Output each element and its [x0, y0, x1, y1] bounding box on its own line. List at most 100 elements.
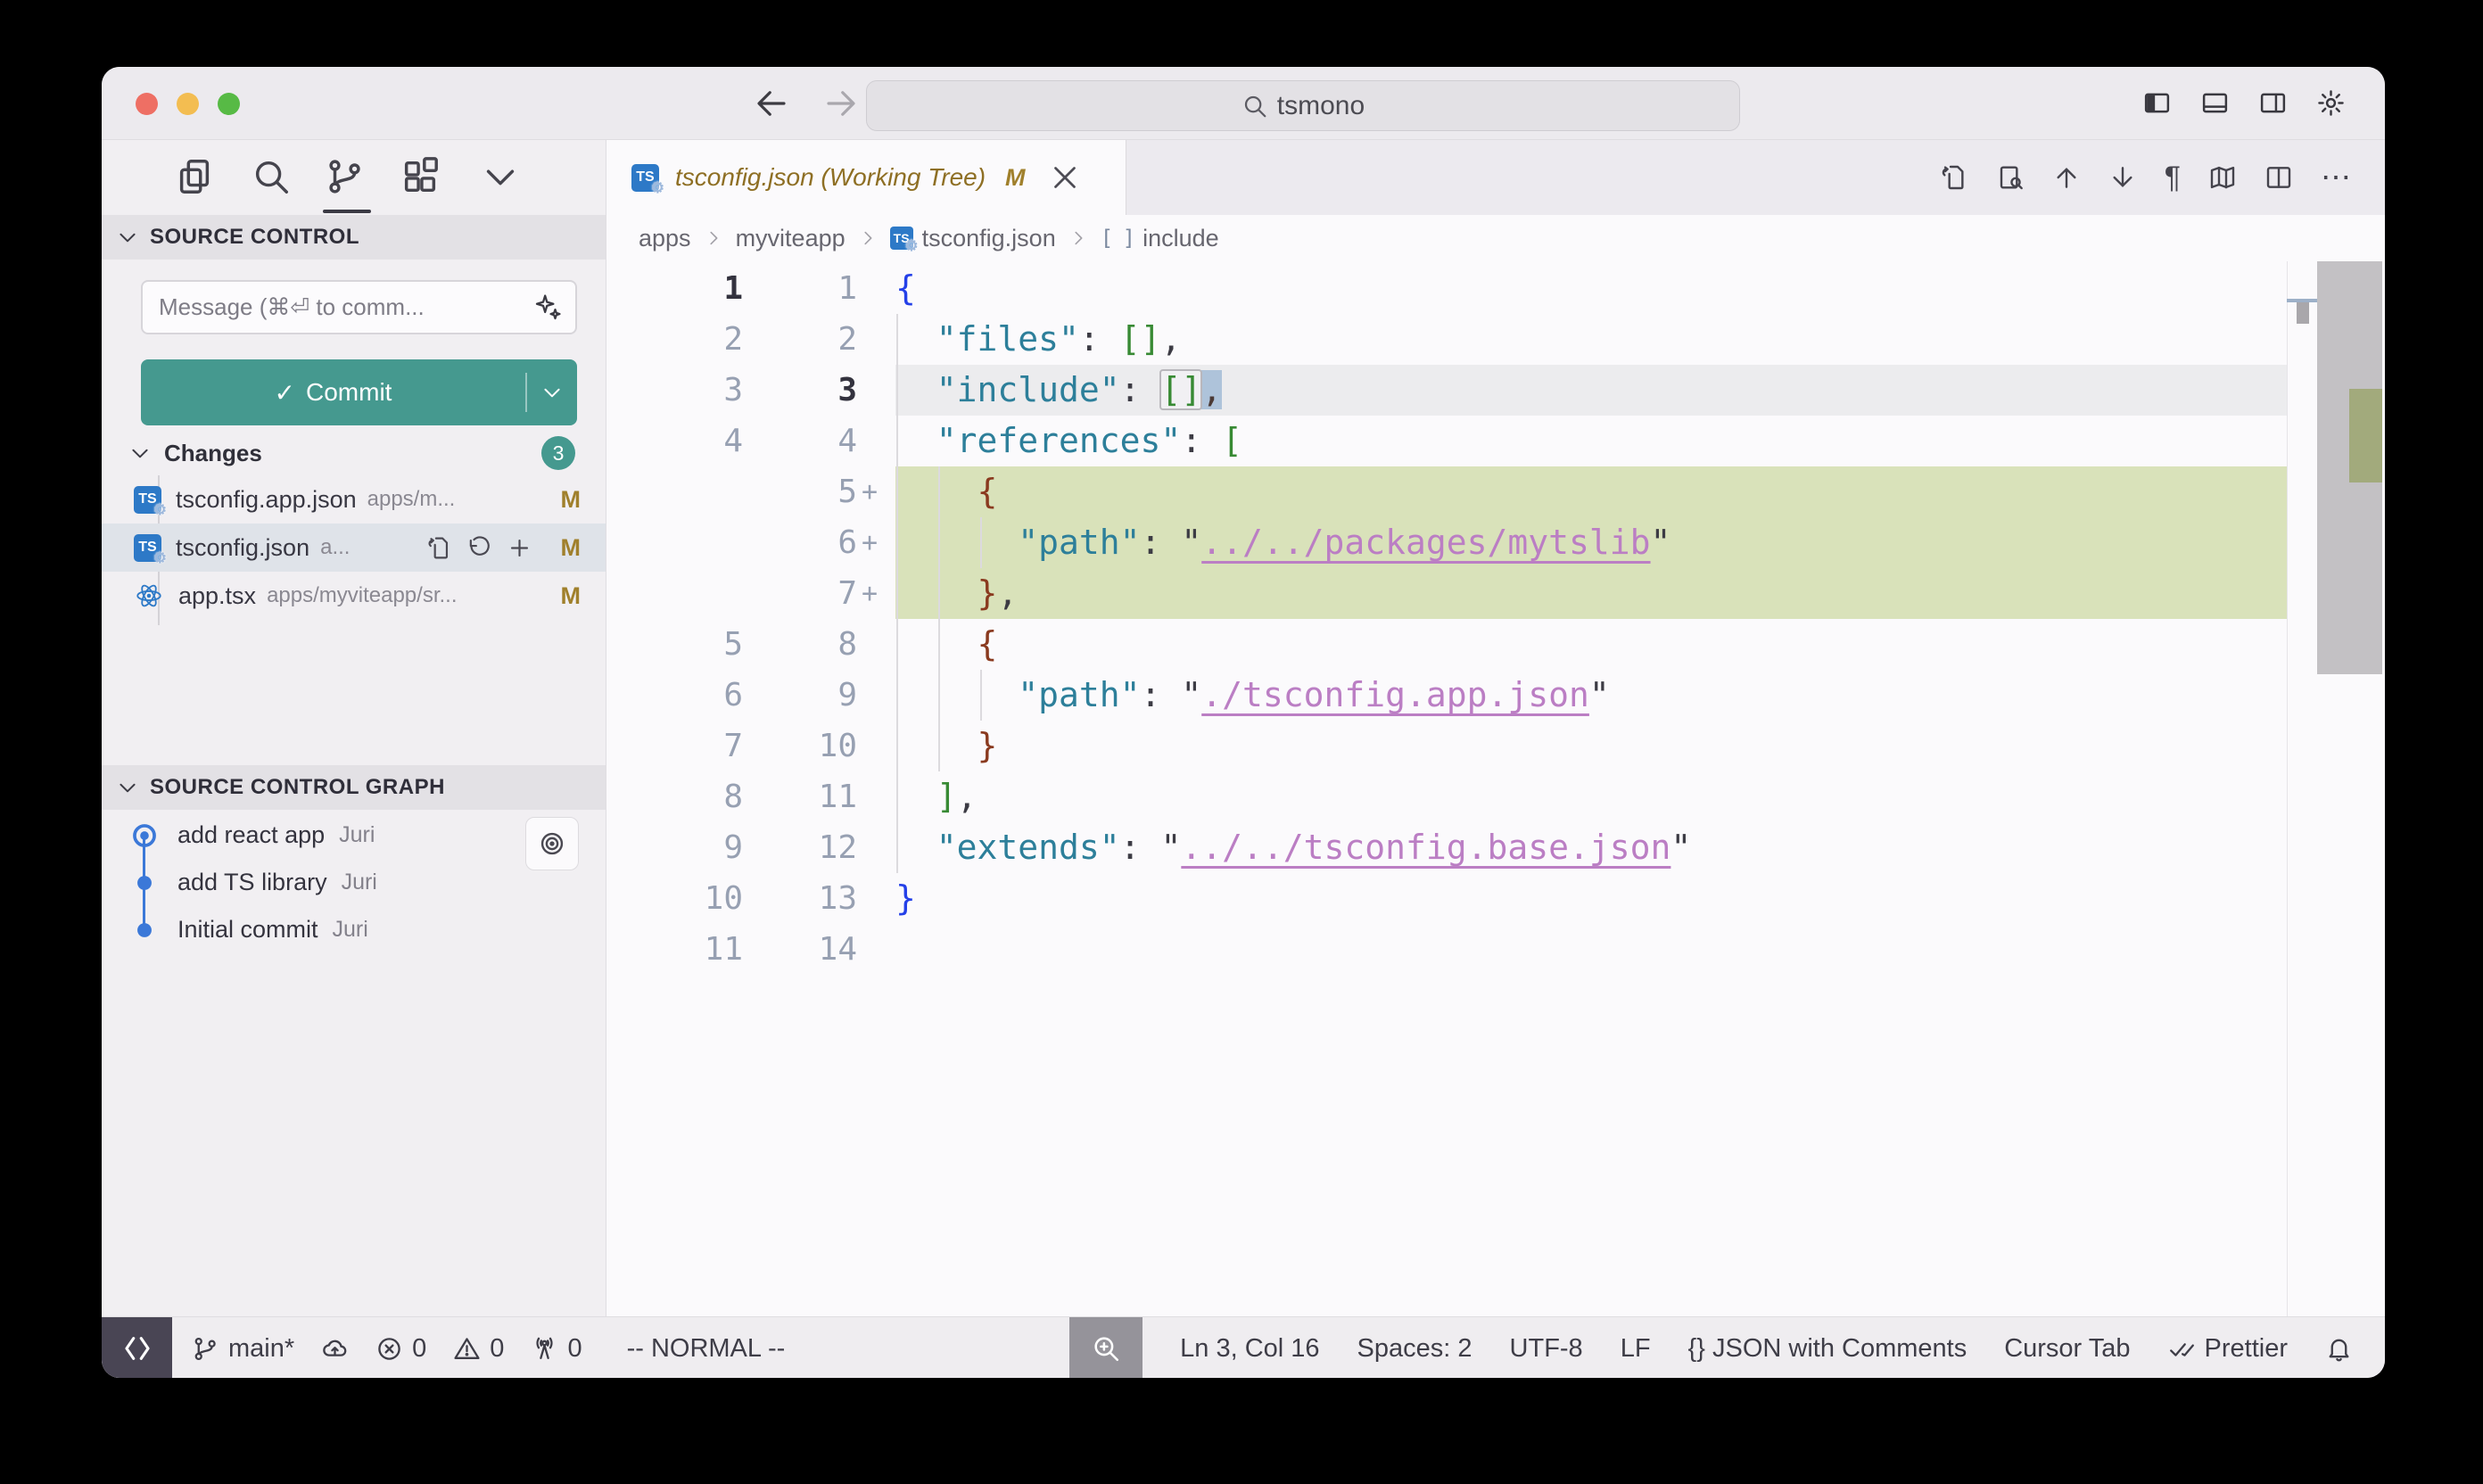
status-cursor-position[interactable]: Ln 3, Col 16	[1180, 1334, 1319, 1364]
open-file-icon[interactable]	[426, 535, 452, 561]
added-line-marker	[857, 263, 895, 314]
code-line[interactable]: 5 8 {	[606, 619, 2385, 670]
array-symbol-icon: [ ]	[1101, 226, 1134, 251]
added-line-marker	[857, 924, 895, 975]
changes-label: Changes	[164, 440, 262, 467]
status-warnings[interactable]: 0	[453, 1334, 504, 1364]
react-file-icon	[134, 581, 164, 611]
code-line[interactable]: 10 13 }	[606, 873, 2385, 924]
code-line[interactable]: 9 12 "extends": "../../tsconfig.base.jso…	[606, 822, 2385, 873]
breadcrumb-item-apps[interactable]: apps	[639, 225, 691, 252]
status-vim-mode[interactable]: -- NORMAL --	[627, 1334, 786, 1364]
code-line[interactable]: 3 3 "include": [],	[606, 365, 2385, 416]
code-line[interactable]: 8 11 ],	[606, 771, 2385, 822]
command-center-search[interactable]: tsmono	[866, 80, 1740, 131]
workbench: SOURCE CONTROL Message (⌘⏎ to comm... ✓ …	[102, 140, 2385, 1316]
stage-icon[interactable]	[507, 535, 532, 561]
navigate-forward-icon[interactable]	[822, 85, 860, 122]
status-branch[interactable]: main*	[192, 1334, 294, 1364]
source-control-section-header[interactable]: SOURCE CONTROL	[102, 215, 606, 260]
activity-explorer[interactable]	[174, 156, 217, 199]
zoom-indicator[interactable]	[1069, 1317, 1143, 1378]
close-tab-icon[interactable]	[1049, 161, 1081, 194]
added-line-marker	[857, 771, 895, 822]
file-path: a...	[320, 535, 426, 560]
render-whitespace-icon[interactable]: ¶	[2165, 140, 2181, 215]
code-line[interactable]: 6 9 "path": "./tsconfig.app.json"	[606, 670, 2385, 721]
split-editor-icon[interactable]	[2264, 163, 2293, 192]
status-formatter[interactable]: Prettier	[2168, 1334, 2288, 1364]
layout-sidebar-left-icon[interactable]	[2142, 88, 2172, 118]
commit-row[interactable]: add react app Juri	[102, 812, 606, 859]
commit-row[interactable]: Initial commit Juri	[102, 906, 606, 953]
status-ports[interactable]: 0	[531, 1334, 582, 1364]
indent-guide	[980, 517, 982, 568]
tab-tsconfig-working-tree[interactable]: TS⚙ tsconfig.json (Working Tree) M	[606, 140, 1126, 215]
status-eol[interactable]: LF	[1621, 1334, 1651, 1364]
graph-section-header[interactable]: SOURCE CONTROL GRAPH	[102, 765, 606, 810]
inline-view-icon[interactable]	[1996, 163, 2025, 192]
code-line[interactable]: 2 2 "files": [],	[606, 314, 2385, 365]
breadcrumb-item-myviteapp[interactable]: myviteapp	[736, 225, 846, 252]
original-line-number	[606, 517, 743, 568]
breadcrumb-item-tsconfig.json[interactable]: TS⚙tsconfig.json	[890, 225, 1056, 252]
commit-dropdown-button[interactable]	[527, 381, 577, 404]
code-line[interactable]: 7 10 }	[606, 721, 2385, 771]
chevron-right-icon	[704, 228, 723, 248]
added-line-marker	[857, 721, 895, 771]
typescript-file-icon: TS⚙	[890, 227, 913, 250]
more-actions-icon[interactable]: ⋯	[2321, 140, 2351, 215]
open-changes-icon[interactable]	[1940, 163, 1968, 192]
layout-sidebar-right-icon[interactable]	[2258, 88, 2288, 118]
navigate-back-icon[interactable]	[753, 85, 790, 122]
status-notifications[interactable]	[2325, 1335, 2353, 1363]
discard-icon[interactable]	[466, 535, 492, 561]
typescript-file-icon: TS⚙	[631, 164, 659, 192]
remote-indicator[interactable]	[102, 1317, 172, 1378]
sparkle-icon[interactable]	[532, 293, 563, 323]
status-cursor-tab[interactable]: Cursor Tab	[2004, 1334, 2130, 1364]
status-indentation[interactable]: Spaces: 2	[1357, 1334, 1472, 1364]
added-line-marker	[857, 822, 895, 873]
head-commit-dot-icon	[129, 820, 160, 851]
status-encoding[interactable]: UTF-8	[1510, 1334, 1583, 1364]
activity-bar	[102, 140, 606, 215]
change-row-app.tsx[interactable]: app.tsx apps/myviteapp/sr... M	[102, 572, 606, 620]
modified-line-number: 10	[743, 721, 857, 771]
commit-row[interactable]: add TS library Juri	[102, 859, 606, 906]
check-icon: ✓	[275, 378, 295, 408]
code-line[interactable]: 5 + {	[606, 466, 2385, 517]
chevron-right-icon	[1068, 228, 1088, 248]
activity-more[interactable]	[480, 156, 523, 199]
activity-extensions[interactable]	[400, 156, 442, 199]
activity-search[interactable]	[251, 156, 293, 199]
layout-panel-icon[interactable]	[2200, 88, 2230, 118]
status-language-mode[interactable]: {} JSON with Comments	[1688, 1334, 1967, 1364]
code-line[interactable]: 4 4 "references": [	[606, 416, 2385, 466]
status-sync[interactable]	[321, 1335, 349, 1363]
source-control-section-title: SOURCE CONTROL	[150, 225, 359, 250]
original-line-number: 7	[606, 721, 743, 771]
change-row-tsconfig.json[interactable]: TS⚙ tsconfig.json a... M	[102, 524, 606, 572]
close-window-button[interactable]	[136, 93, 158, 115]
status-errors[interactable]: 0	[375, 1334, 426, 1364]
added-line-marker	[857, 619, 895, 670]
code-line[interactable]: 11 14	[606, 924, 2385, 975]
commit-button[interactable]: ✓ Commit	[141, 359, 577, 425]
code-line[interactable]: 7 + },	[606, 568, 2385, 619]
code-line[interactable]: 6 + "path": "../../packages/mytslib"	[606, 517, 2385, 568]
breadcrumb-item-include[interactable]: [ ]include	[1101, 225, 1219, 252]
activity-source-control[interactable]	[325, 156, 367, 199]
minimize-window-button[interactable]	[177, 93, 199, 115]
next-change-icon[interactable]	[2108, 163, 2137, 192]
zoom-window-button[interactable]	[218, 93, 240, 115]
changes-header[interactable]: Changes 3	[102, 433, 606, 474]
commit-message-input[interactable]: Message (⌘⏎ to comm...	[141, 280, 577, 334]
settings-gear-icon[interactable]	[2316, 88, 2346, 118]
open-map-icon[interactable]	[2208, 163, 2237, 192]
change-row-tsconfig.app.json[interactable]: TS⚙ tsconfig.app.json apps/m... M	[102, 475, 606, 524]
code-line[interactable]: 1 1 {	[606, 263, 2385, 314]
error-icon	[375, 1335, 403, 1363]
previous-change-icon[interactable]	[2052, 163, 2081, 192]
file-name: app.tsx	[178, 582, 256, 610]
